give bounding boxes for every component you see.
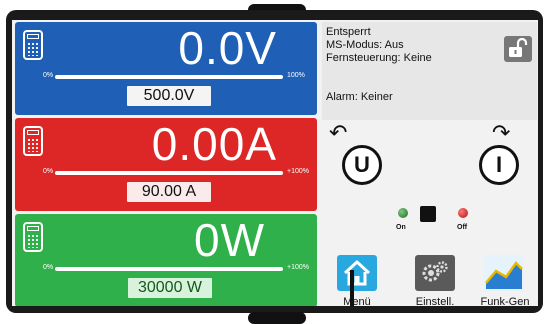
voltage-setpoint[interactable]: 500.0V — [127, 86, 211, 106]
power-setpoint[interactable]: 30000 W — [128, 278, 212, 298]
current-bar-max-label: +100% — [287, 168, 309, 175]
function-generator-label: Funk-Gen — [480, 296, 530, 306]
current-value: 0.00A — [151, 118, 277, 170]
ms-mode-text: MS-Modus: Aus — [326, 39, 404, 51]
voltage-knob[interactable]: U — [342, 145, 382, 185]
power-panel: 0W 0% +100% 30000 W — [15, 214, 317, 306]
power-bar-max-label: +100% — [287, 264, 309, 271]
voltage-bar-min-label: 0% — [43, 72, 54, 79]
calculator-icon[interactable] — [23, 30, 43, 60]
lock-state-text: Entsperrt — [326, 26, 371, 38]
rotate-right-arrow-icon: ↷ — [492, 120, 511, 145]
unlocked-padlock-icon[interactable] — [504, 36, 532, 62]
calculator-icon[interactable] — [23, 222, 43, 252]
display-screen: 0.0V 0% 100% 500.0V 0.00A 0% +100% 90.00… — [12, 20, 538, 306]
current-level-bar — [55, 171, 283, 175]
current-bar-min-label: 0% — [43, 168, 54, 175]
remote-control-text: Fernsteuerung: Keine — [326, 52, 432, 64]
waveform-icon — [485, 261, 523, 289]
pointer-indicator — [350, 270, 354, 306]
voltage-value: 0.0V — [178, 22, 277, 74]
home-icon — [343, 260, 371, 286]
alarm-text: Alarm: Keiner — [326, 91, 393, 103]
current-knob[interactable]: I — [479, 145, 519, 185]
voltage-bar-max-label: 100% — [287, 72, 305, 79]
power-level-bar — [55, 267, 283, 271]
output-off-label: Off — [457, 224, 468, 231]
current-panel: 0.00A 0% +100% 90.00 A — [15, 118, 317, 211]
menu-button[interactable] — [337, 255, 377, 291]
output-off-led — [458, 208, 468, 218]
gears-icon — [422, 261, 448, 282]
output-on-led — [398, 208, 408, 218]
voltage-panel: 0.0V 0% 100% 500.0V — [15, 22, 317, 115]
status-box: Entsperrt MS-Modus: Aus Fernsteuerung: K… — [322, 22, 537, 120]
output-on-label: On — [396, 224, 406, 231]
power-value: 0W — [194, 214, 265, 266]
output-toggle-button[interactable] — [420, 206, 436, 222]
device-bottom-notch — [248, 312, 306, 324]
settings-label: Einstell. — [415, 296, 455, 306]
current-knob-label: I — [495, 152, 503, 177]
menu-label: Menü — [343, 296, 371, 306]
voltage-knob-label: U — [354, 152, 370, 177]
current-setpoint[interactable]: 90.00 A — [127, 182, 211, 202]
power-bar-min-label: 0% — [43, 264, 54, 271]
rotate-left-arrow-icon: ↶ — [329, 120, 348, 145]
function-generator-button[interactable] — [484, 255, 524, 291]
calculator-icon[interactable] — [23, 126, 43, 156]
voltage-level-bar — [55, 75, 283, 79]
settings-button[interactable] — [415, 255, 455, 291]
